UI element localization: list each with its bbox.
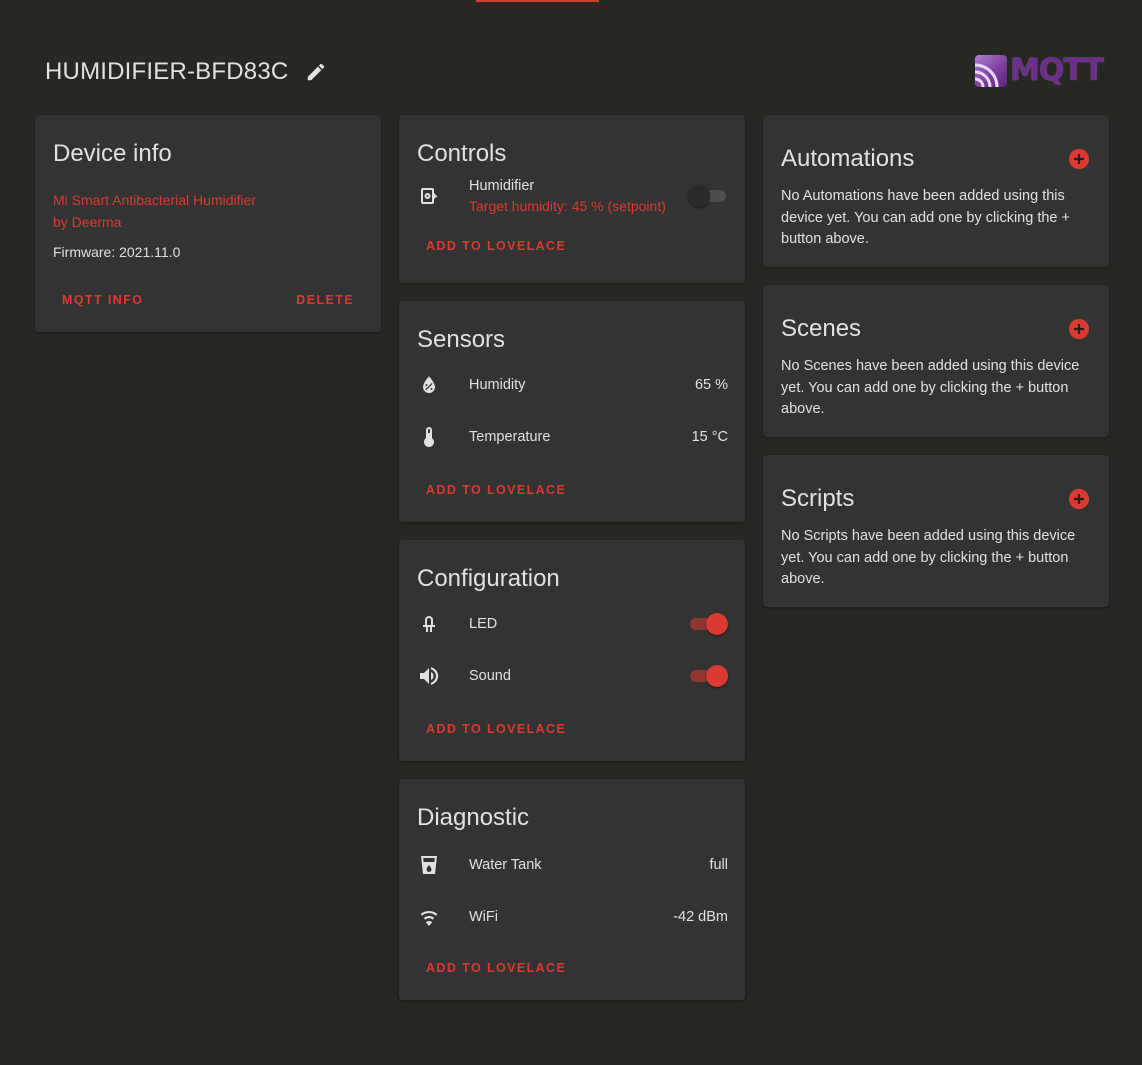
card-title: Scenes bbox=[763, 285, 1109, 349]
column-entities: Controls Humidifier Target humidity: 45 … bbox=[399, 115, 746, 1018]
device-name: HUMIDIFIER-BFD83C bbox=[45, 58, 289, 85]
air-humidifier-icon bbox=[417, 184, 441, 208]
scripts-empty-text: No Scripts have been added using this de… bbox=[781, 528, 1076, 587]
automations-title: Automations bbox=[781, 145, 915, 172]
add-scene-plus-icon[interactable] bbox=[1067, 317, 1091, 341]
mqtt-logo-text: MQTT bbox=[1010, 53, 1104, 88]
toggle-knob bbox=[706, 613, 728, 635]
card-title: Sensors bbox=[417, 326, 506, 353]
entity-row-sound[interactable]: Sound bbox=[399, 650, 745, 702]
card-title: Scripts bbox=[763, 455, 1109, 519]
entity-row-humidity[interactable]: Humidity 65 % bbox=[399, 359, 745, 411]
sensors-card: Sensors Humidity 65 % Temperature 15 °C … bbox=[399, 301, 745, 522]
entity-name: Temperature bbox=[469, 429, 551, 445]
volume-icon bbox=[417, 664, 441, 688]
toggle-knob bbox=[706, 665, 728, 687]
thermometer-icon bbox=[417, 425, 441, 449]
entity-row-temperature[interactable]: Temperature 15 °C bbox=[399, 411, 745, 463]
entity-row-water-tank[interactable]: Water Tank full bbox=[399, 839, 745, 891]
entity-row-wifi[interactable]: WiFi -42 dBm bbox=[399, 891, 745, 943]
entity-value: 65 % bbox=[694, 377, 728, 393]
entity-state: Target humidity: 45 % (setpoint) bbox=[469, 198, 666, 214]
add-to-lovelace-button[interactable]: ADD TO LOVELACE bbox=[417, 955, 575, 981]
entity-name: Sound bbox=[469, 668, 511, 684]
column-device-info: Device info Mi Smart Antibacterial Humid… bbox=[35, 115, 382, 350]
add-automation-plus-icon[interactable] bbox=[1067, 147, 1091, 171]
add-to-lovelace-button[interactable]: ADD TO LOVELACE bbox=[417, 233, 575, 259]
card-title: Controls bbox=[417, 140, 507, 167]
entity-name: Water Tank bbox=[469, 857, 542, 873]
add-to-lovelace-button[interactable]: ADD TO LOVELACE bbox=[417, 477, 575, 503]
water-percent-icon bbox=[417, 373, 441, 397]
scenes-title: Scenes bbox=[781, 315, 862, 342]
water-tank-icon bbox=[417, 853, 441, 877]
entity-name: WiFi bbox=[469, 909, 498, 925]
entity-row-led[interactable]: LED bbox=[399, 598, 745, 650]
scripts-card: Scripts No Scripts have been added using… bbox=[763, 455, 1109, 607]
firmware-version: Firmware: 2021.11.0 bbox=[53, 244, 181, 260]
scenes-empty-text: No Scenes have been added using this dev… bbox=[781, 358, 1080, 417]
delete-button[interactable]: DELETE bbox=[287, 287, 363, 313]
scenes-card: Scenes No Scenes have been added using t… bbox=[763, 285, 1109, 437]
card-title: Diagnostic bbox=[417, 804, 530, 831]
add-to-lovelace-button[interactable]: ADD TO LOVELACE bbox=[417, 716, 575, 742]
entity-value: full bbox=[709, 857, 728, 873]
automations-card: Automations No Automations have been add… bbox=[763, 115, 1109, 267]
mqtt-logo: MQTT bbox=[975, 55, 1110, 87]
device-info-card: Device info Mi Smart Antibacterial Humid… bbox=[35, 115, 381, 332]
column-related: Automations No Automations have been add… bbox=[763, 115, 1110, 625]
wifi-icon bbox=[417, 905, 441, 929]
led-toggle[interactable] bbox=[688, 612, 728, 636]
card-title: Configuration bbox=[417, 565, 560, 592]
device-manufacturer-link[interactable]: by Deerma bbox=[53, 211, 363, 233]
card-title: Automations bbox=[763, 115, 1109, 179]
entity-value: -42 dBm bbox=[673, 909, 728, 925]
led-icon bbox=[417, 612, 441, 636]
card-title: Device info bbox=[53, 140, 172, 167]
entity-value: 15 °C bbox=[691, 429, 728, 445]
sound-toggle[interactable] bbox=[688, 664, 728, 688]
pencil-icon[interactable] bbox=[304, 60, 328, 84]
mqtt-logo-icon bbox=[975, 55, 1007, 87]
humidifier-toggle[interactable] bbox=[688, 184, 728, 208]
diagnostic-card: Diagnostic Water Tank full WiFi -42 dBm … bbox=[399, 779, 745, 1000]
entity-name: Humidity bbox=[469, 377, 526, 393]
configuration-card: Configuration LED Sound ADD TO LOVELACE bbox=[399, 540, 745, 761]
device-model-link[interactable]: Mi Smart Antibacterial Humidifier bbox=[53, 189, 363, 211]
entity-name: Humidifier bbox=[469, 178, 535, 194]
automations-empty-text: No Automations have been added using thi… bbox=[781, 188, 1070, 247]
active-tab-indicator bbox=[476, 0, 599, 2]
entity-row-humidifier[interactable]: Humidifier Target humidity: 45 % (setpoi… bbox=[399, 171, 745, 221]
scripts-title: Scripts bbox=[781, 485, 855, 512]
add-script-plus-icon[interactable] bbox=[1067, 487, 1091, 511]
toggle-knob bbox=[688, 185, 710, 207]
page-header: HUMIDIFIER-BFD83C bbox=[45, 56, 328, 88]
entity-name: LED bbox=[469, 616, 498, 632]
device-page: HUMIDIFIER-BFD83C MQTT Device info Mi Sm… bbox=[0, 0, 1142, 1065]
mqtt-info-button[interactable]: MQTT INFO bbox=[53, 287, 152, 313]
controls-card: Controls Humidifier Target humidity: 45 … bbox=[399, 115, 745, 283]
